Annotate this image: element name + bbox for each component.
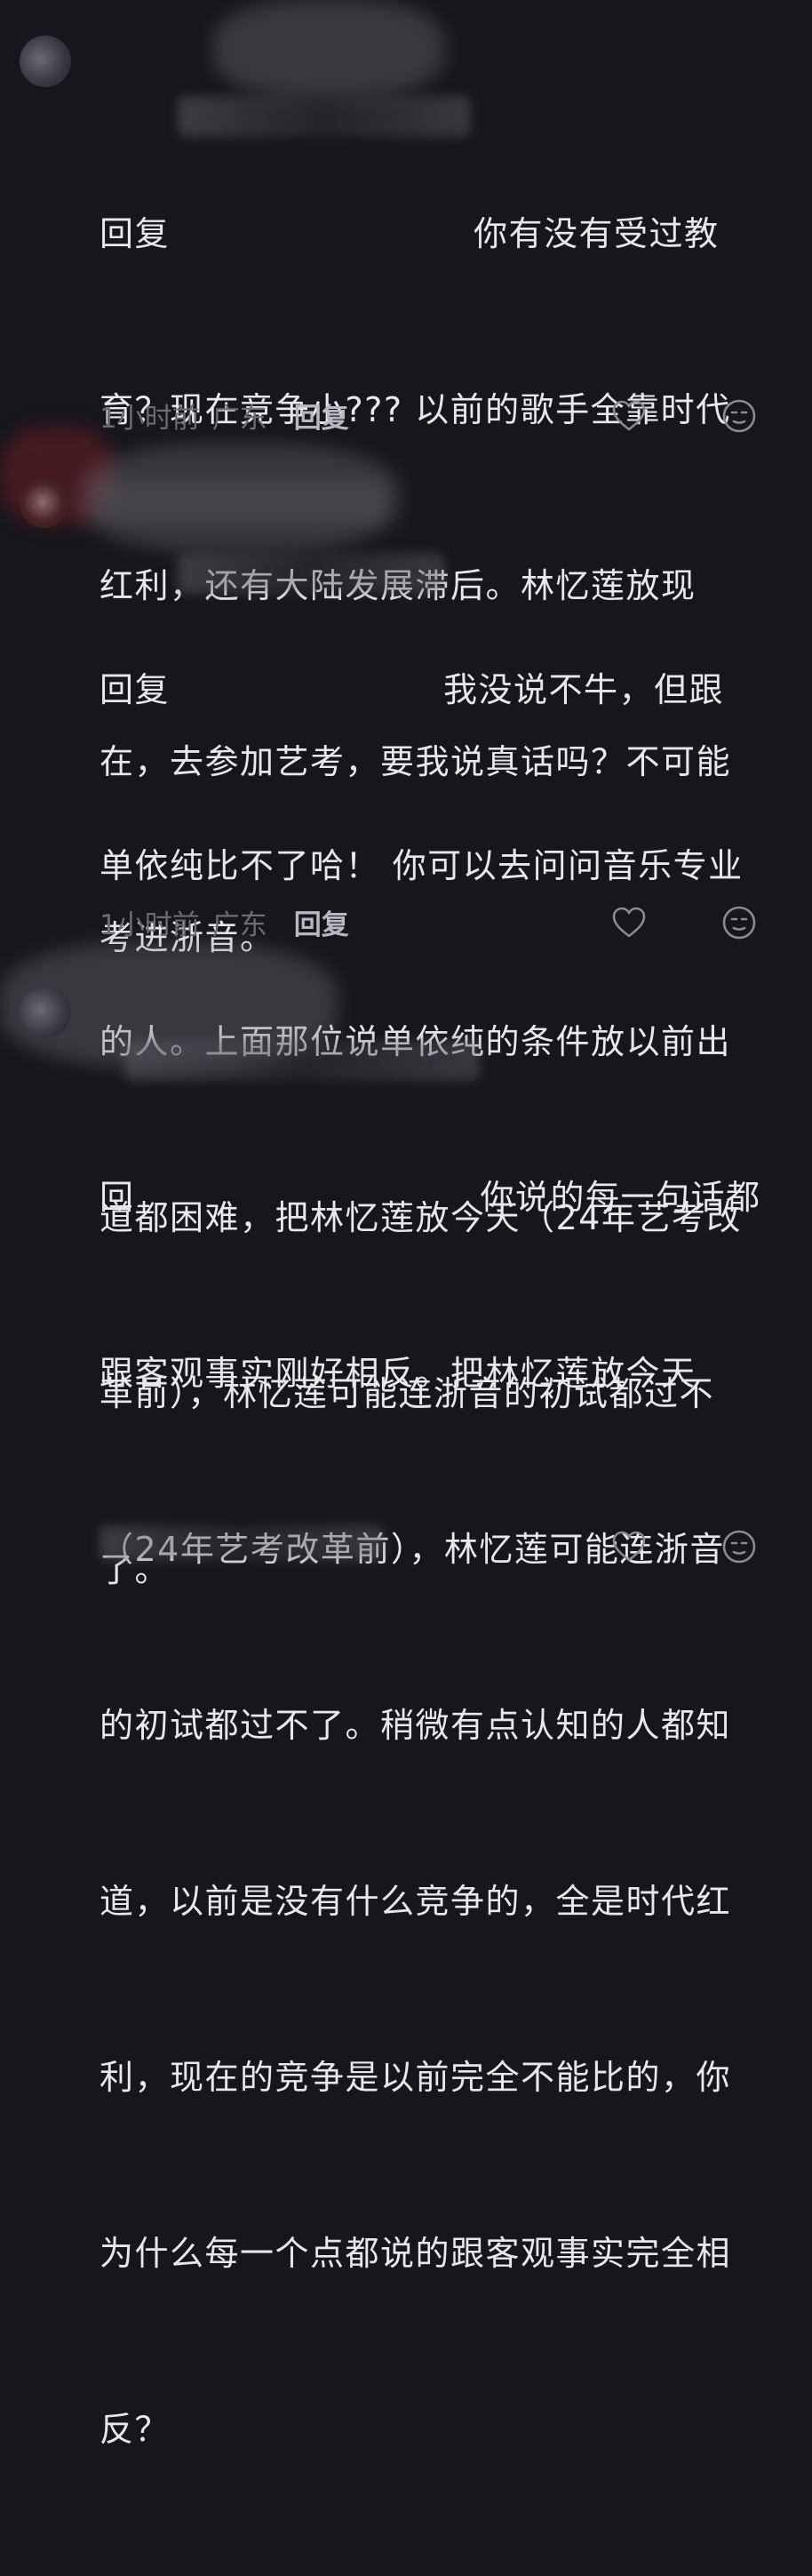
neutral-face-icon[interactable] — [720, 903, 759, 942]
comment-line: 回复 我没说不牛，但跟 — [100, 660, 775, 719]
comment-text-line: 为什么每一个点都说的跟客观事实完全相 — [100, 2234, 732, 2273]
comment-thread-screen: { "comments": [ { "reply_prefix": "回复", … — [0, 0, 812, 2449]
avatar[interactable] — [20, 36, 71, 87]
comment-text-line: 的初试都过不了。稍微有点认知的人都知 — [100, 1706, 732, 1745]
avatar[interactable] — [20, 987, 71, 1038]
comment-item: 回你说的每一句话都 跟客观事实刚好相反。把林忆莲放今天 （24年艺考改革前），林… — [0, 942, 812, 2449]
avatar[interactable] — [20, 476, 71, 528]
like-heart-icon[interactable] — [609, 1527, 649, 1566]
comment-body: 回你说的每一句话都 跟客观事实刚好相反。把林忆莲放今天 （24年艺考改革前），林… — [100, 1051, 775, 2576]
reply-prefix: 回复 — [100, 214, 171, 253]
comment-meta: 1小时前 广东 回复 — [100, 900, 349, 944]
reply-prefix: 回 — [100, 1178, 135, 1217]
comment-text-line: 利，现在的竞争是以前完全不能比的，你 — [100, 2058, 732, 2097]
comment-item: 回复我没说不牛，但跟 单依纯比不了哈！ 你可以去问问音乐专业 的人。上面那位说单… — [0, 427, 812, 1589]
comment-text-line: 单依纯比不了哈！ 你可以去问问音乐专业 — [100, 846, 744, 885]
comment-item: 回复你有没有受过教 育？现在竞争小??? 以前的歌手全靠时代 红利，还有大陆发展… — [0, 0, 812, 957]
like-heart-icon[interactable] — [609, 903, 649, 942]
comment-text-line: 跟客观事实刚好相反。把林忆莲放今天 — [100, 1354, 697, 1393]
comment-line: 回 你说的每一句话都 — [100, 1168, 775, 1227]
comment-text-line: 我没说不牛，但跟 — [443, 670, 725, 709]
comment-time: 1小时前 — [100, 908, 200, 941]
reply-prefix: 回复 — [100, 670, 171, 709]
comment-text-line: 你说的每一句话都 — [480, 1178, 761, 1217]
comment-location: 广东 — [211, 908, 267, 941]
redaction-smudge — [213, 0, 444, 98]
neutral-face-icon[interactable] — [720, 1527, 759, 1566]
comment-text-line: 反？ — [100, 2410, 171, 2449]
comment-text-line: 道，以前是没有什么竞争的，全是时代红 — [100, 1882, 732, 1921]
comment-text-line: 你有没有受过教 — [474, 214, 720, 253]
reply-button[interactable]: 回复 — [294, 902, 349, 942]
comment-line: 回复 你有没有受过教 — [100, 204, 775, 263]
redacted-comment-meta — [100, 1525, 384, 1561]
redaction-smudge — [80, 444, 400, 551]
